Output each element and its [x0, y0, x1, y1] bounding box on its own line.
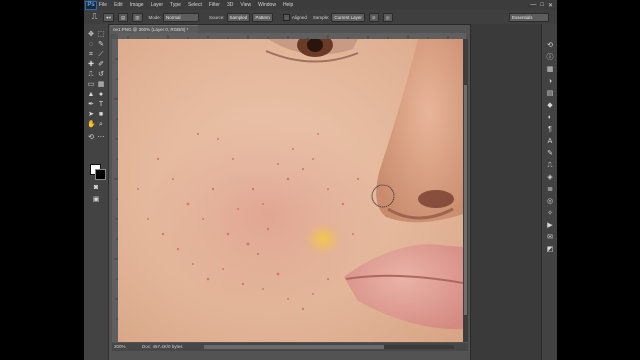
- paragraph-panel-icon[interactable]: ¶: [546, 126, 554, 134]
- rotate-view-tool-icon[interactable]: ⟲: [87, 134, 95, 142]
- dodge-tool-icon[interactable]: ●: [97, 91, 105, 99]
- shape-tool-icon[interactable]: ■: [97, 111, 105, 119]
- color-panel-icon[interactable]: ◑: [546, 78, 554, 86]
- mode-control: Mode: Normal: [148, 12, 200, 22]
- adjustments-panel-icon[interactable]: ◐: [546, 114, 554, 122]
- menu-select[interactable]: Select: [188, 2, 202, 8]
- lasso-tool-icon[interactable]: ◌: [87, 41, 95, 49]
- screen-mode-icon[interactable]: ▣: [92, 196, 100, 204]
- marquee-tool-icon[interactable]: ⬚: [97, 31, 105, 39]
- vertical-scrollbar[interactable]: [463, 39, 468, 342]
- photoshop-window: Ps File Edit Image Layer Type Select Fil…: [84, 0, 557, 360]
- history-panel-icon[interactable]: ⟲: [546, 42, 554, 50]
- collapsed-panel-area: [470, 24, 541, 360]
- hand-tool-icon[interactable]: ✋: [87, 121, 96, 129]
- info-panel-icon[interactable]: ▦: [546, 66, 554, 74]
- menu-3d[interactable]: 3D: [227, 2, 233, 8]
- background-color-swatch[interactable]: [95, 169, 106, 180]
- ignore-adjustment-toggle[interactable]: ⊘: [368, 12, 379, 22]
- menu-file[interactable]: File: [99, 2, 107, 8]
- spot-heal-tool-icon[interactable]: ✚: [87, 61, 95, 69]
- path-select-tool-icon[interactable]: ➤: [87, 111, 95, 119]
- eyedropper-tool-icon[interactable]: ⟋: [97, 51, 105, 59]
- sample-label: Sample:: [312, 14, 330, 20]
- gradient-tool-icon[interactable]: ▦: [97, 81, 105, 89]
- horizontal-scrollbar[interactable]: [204, 345, 454, 349]
- aligned-label: Aligned: [291, 14, 307, 20]
- quick-mask-icon[interactable]: ◙: [92, 184, 100, 192]
- menu-layer[interactable]: Layer: [151, 2, 164, 8]
- maximize-button[interactable]: □: [540, 2, 544, 9]
- brush-tool-icon[interactable]: ✐: [97, 61, 105, 69]
- minimize-button[interactable]: —: [530, 2, 536, 9]
- aligned-control: Aligned: [282, 13, 307, 21]
- zoom-tool-icon[interactable]: ⌕: [97, 121, 105, 129]
- layers-panel-icon[interactable]: ≣: [546, 186, 554, 194]
- clone-source-panel-icon[interactable]: ⎍: [546, 162, 554, 170]
- clone-stamp-icon[interactable]: ⎍: [90, 12, 99, 22]
- pressure-toggle[interactable]: ◎: [382, 12, 393, 22]
- menu-window[interactable]: Window: [258, 2, 276, 8]
- notes-panel-icon[interactable]: ✉: [546, 234, 554, 242]
- photoshop-logo: Ps: [85, 0, 97, 10]
- sampled-patch: [305, 223, 341, 255]
- pen-tool-icon[interactable]: ✒: [87, 101, 95, 109]
- paths-panel-icon[interactable]: ✧: [546, 210, 554, 218]
- brush-presets-panel-icon[interactable]: ✎: [546, 150, 554, 158]
- brush-panel-toggle[interactable]: ▤: [117, 12, 129, 22]
- eraser-tool-icon[interactable]: ▭: [87, 81, 95, 89]
- image-canvas[interactable]: [118, 39, 463, 342]
- blur-tool-icon[interactable]: ▲: [87, 91, 95, 99]
- zoom-level[interactable]: 300%: [112, 343, 132, 351]
- source-label: Source:: [209, 14, 225, 20]
- mode-select[interactable]: Normal: [163, 12, 200, 22]
- properties-panel-icon[interactable]: ⓘ: [546, 54, 554, 62]
- close-button[interactable]: ✕: [548, 2, 553, 9]
- vertical-scroll-thumb[interactable]: [464, 85, 467, 315]
- menu-type[interactable]: Type: [170, 2, 181, 8]
- 3d-panel-icon[interactable]: ◩: [546, 246, 554, 254]
- extra-tools-icon[interactable]: ⋯: [97, 134, 105, 142]
- sample-select[interactable]: Current Layer: [331, 12, 365, 22]
- clone-stamp-tool-icon[interactable]: ⎍: [87, 71, 95, 79]
- swatches-panel-icon[interactable]: ▤: [546, 90, 554, 98]
- aligned-checkbox[interactable]: [282, 13, 290, 21]
- quick-select-tool-icon[interactable]: ✎: [97, 41, 105, 49]
- clone-source-toggle[interactable]: ▥: [132, 12, 143, 22]
- doc-size-info[interactable]: Doc: 457.4K/0 bytes: [142, 343, 183, 351]
- source-pattern-radio[interactable]: Pattern: [252, 12, 273, 22]
- panel-icon-strip: ⟲ ⓘ ▦ ◑ ▤ ◆ ◐ ¶ A ✎ ⎍ ◈ ≣ ◎ ✧ ▶ ✉ ◩: [541, 24, 557, 360]
- menu-view[interactable]: View: [240, 2, 251, 8]
- move-tool-icon[interactable]: ✥: [87, 31, 95, 39]
- mode-label: Mode:: [148, 14, 162, 20]
- window-controls: — □ ✕: [530, 2, 557, 9]
- brush-size-picker[interactable]: ●▾: [103, 12, 114, 22]
- styles-panel-icon[interactable]: ◆: [546, 102, 554, 110]
- menu-bar: Ps File Edit Image Layer Type Select Fil…: [84, 0, 557, 10]
- character-panel-icon[interactable]: A: [546, 138, 554, 146]
- sample-control: Sample: Current Layer: [312, 12, 365, 22]
- menu-filter[interactable]: Filter: [209, 2, 220, 8]
- channels-panel-icon[interactable]: ◎: [546, 198, 554, 206]
- navigator-panel-icon[interactable]: ◈: [546, 174, 554, 182]
- horizontal-scroll-thumb[interactable]: [204, 345, 384, 349]
- type-tool-icon[interactable]: T: [97, 101, 105, 109]
- menu-help[interactable]: Help: [283, 2, 293, 8]
- workspace-switcher: Essentials: [507, 13, 549, 22]
- crop-tool-icon[interactable]: ⌗: [87, 51, 95, 59]
- workspace-select[interactable]: Essentials: [509, 13, 549, 22]
- source-sampled-radio[interactable]: Sampled: [226, 12, 251, 22]
- tools-panel: ✥ ⬚ ◌ ✎ ⌗ ⟋ ✚ ✐ ⎍ ↺ ▭ ▦ ▲ ● ✒ T ➤ ■ ✋ ⌕ …: [84, 24, 109, 360]
- menu-image[interactable]: Image: [130, 2, 144, 8]
- history-brush-tool-icon[interactable]: ↺: [97, 71, 105, 79]
- options-bar: ⎍ ●▾ ▤ ▥ Mode: Normal Source: Sampled Pa…: [84, 10, 557, 25]
- actions-panel-icon[interactable]: ▶: [546, 222, 554, 230]
- source-control: Source: Sampled Pattern: [209, 12, 273, 22]
- menu-edit[interactable]: Edit: [114, 2, 123, 8]
